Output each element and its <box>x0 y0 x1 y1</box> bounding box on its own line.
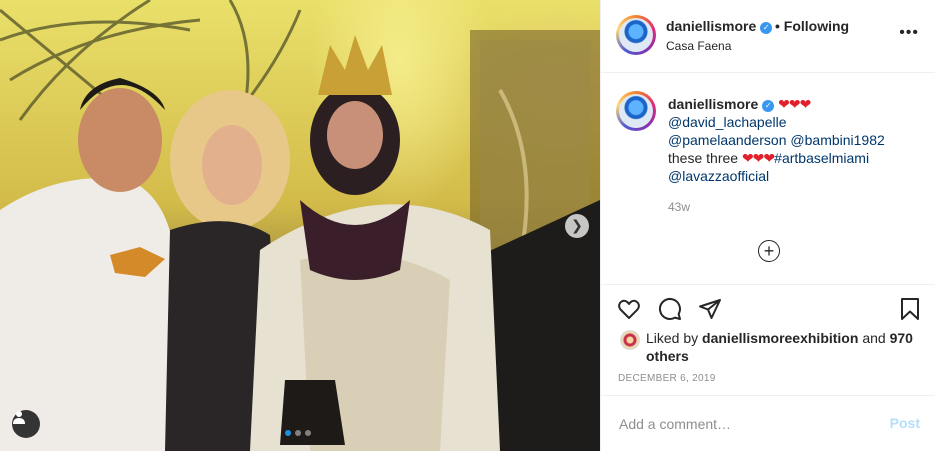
verified-badge-icon: ✓ <box>762 100 775 112</box>
likes-text: Liked by daniellismoreexhibition and 970… <box>646 329 916 365</box>
caption-author-avatar[interactable] <box>616 91 656 131</box>
mention-link[interactable]: @bambini1982 <box>790 132 884 148</box>
photo-illustration <box>0 0 600 451</box>
following-status[interactable]: • Following <box>775 18 849 34</box>
post-details-panel: daniellismore ✓ • Following Casa Faena ••… <box>600 0 935 451</box>
liker-avatar[interactable] <box>620 330 640 350</box>
comments-section: daniellismore ✓ ❤❤❤ @david_lachapelle @pa… <box>601 72 935 284</box>
comment-input[interactable] <box>617 411 871 437</box>
hashtag-link[interactable]: #artbaselmiami <box>774 150 869 166</box>
post-date[interactable]: DECEMBER 6, 2019 <box>618 373 716 384</box>
carousel-indicator <box>285 430 311 436</box>
author-username-text[interactable]: daniellismore <box>666 18 756 34</box>
post-photo[interactable]: ❯ <box>0 0 600 451</box>
hearts-emoji: ❤❤❤ <box>741 150 775 166</box>
post-location[interactable]: Casa Faena <box>666 39 731 53</box>
hearts-emoji: ❤❤❤ <box>778 96 811 112</box>
post-comment-button[interactable]: Post <box>890 415 920 431</box>
load-more-comments-button[interactable]: + <box>758 240 780 262</box>
author-username[interactable]: daniellismore ✓ <box>666 18 773 34</box>
post-actions <box>601 284 935 331</box>
user-icon <box>13 411 25 424</box>
mention-link[interactable]: @david_lachapelle <box>668 114 787 130</box>
bookmark-icon[interactable] <box>898 297 922 321</box>
carousel-dot-active <box>285 430 291 436</box>
carousel-next-button[interactable]: ❯ <box>565 214 589 238</box>
plus-circle-icon: + <box>763 241 775 261</box>
carousel-dot <box>295 430 301 436</box>
likes-summary: Liked by daniellismoreexhibition and 970… <box>601 328 935 368</box>
post-caption: daniellismore ✓ ❤❤❤ @david_lachapelle @pa… <box>668 95 918 185</box>
add-comment-bar: Post <box>601 395 935 452</box>
author-avatar[interactable] <box>616 15 656 55</box>
caption-text: these three <box>668 150 739 166</box>
more-options-icon[interactable]: ••• <box>899 24 919 42</box>
tagged-users-button[interactable] <box>12 410 40 438</box>
paper-plane-icon[interactable] <box>698 297 722 321</box>
and-label: and <box>862 330 886 346</box>
chevron-right-icon: ❯ <box>571 218 583 234</box>
liked-by-label: Liked by <box>646 330 699 346</box>
carousel-dot <box>305 430 311 436</box>
post-header: daniellismore ✓ • Following Casa Faena ••… <box>601 0 935 73</box>
caption-timestamp[interactable]: 43w <box>668 200 690 214</box>
heart-icon[interactable] <box>617 297 641 321</box>
verified-badge-icon: ✓ <box>760 22 773 34</box>
mention-link[interactable]: @lavazzaofficial <box>668 168 769 184</box>
mention-link[interactable]: @pamelaanderson <box>668 132 787 148</box>
liker-username[interactable]: daniellismoreexhibition <box>702 330 858 346</box>
caption-username[interactable]: daniellismore <box>668 96 758 112</box>
comment-icon[interactable] <box>658 297 682 321</box>
